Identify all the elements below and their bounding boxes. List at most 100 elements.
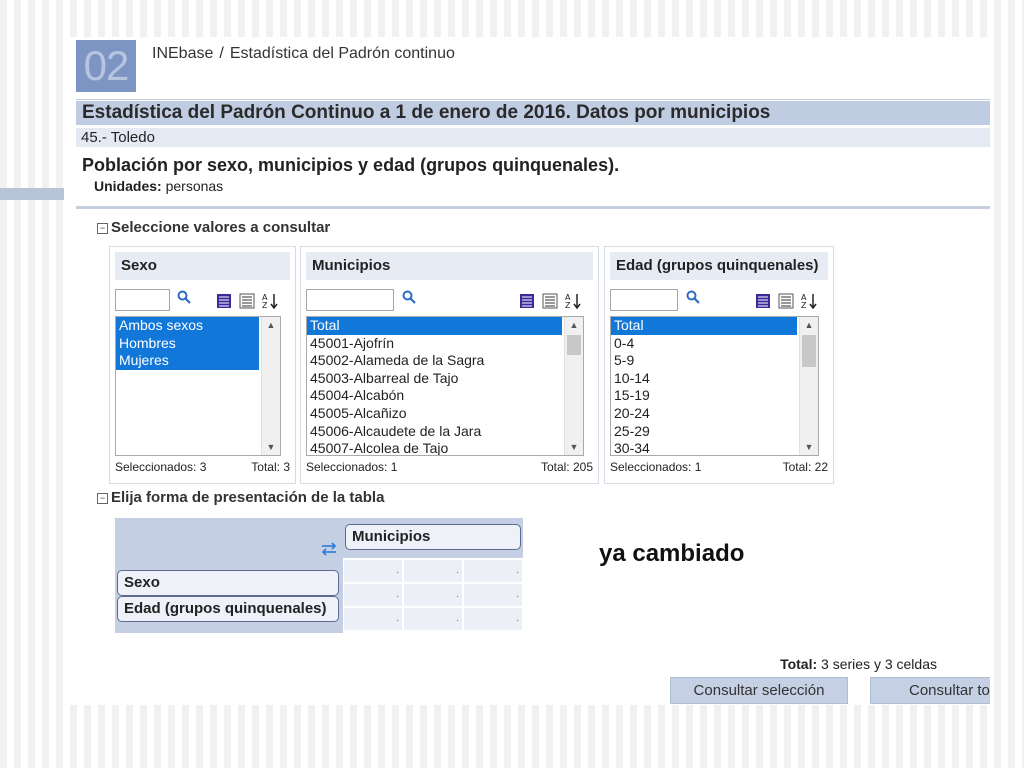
variable-listbox[interactable]: Total 0-4 5-9 10-14 15-19 20-24 25-29 30… <box>610 316 819 456</box>
table-title: Población por sexo, municipios y edad (g… <box>82 155 620 175</box>
list-item[interactable]: 10-14 <box>611 370 818 388</box>
province-subtitle: 45.- Toledo <box>76 128 990 147</box>
layout-corner <box>115 518 343 558</box>
breadcrumb-separator: / <box>219 45 224 62</box>
units-label: Unidades: <box>94 178 162 194</box>
breadcrumb: INEbase / Estadística del Padrón continuo <box>152 45 455 63</box>
breadcrumb-current[interactable]: Estadística del Padrón continuo <box>230 45 455 62</box>
preview-cell: . <box>344 560 402 582</box>
total-summary-value: 3 series y 3 celdas <box>821 656 937 672</box>
sort-az-icon[interactable]: AZ <box>565 293 581 309</box>
variable-title: Municipios <box>306 252 593 280</box>
header-divider <box>76 99 990 100</box>
ine-page: 02 INEbase / Estadística del Padrón contin… <box>64 37 990 705</box>
scroll-down-icon[interactable]: ▼ <box>565 439 583 455</box>
listbox-scrollbar[interactable]: ▲ ▼ <box>564 317 583 455</box>
collapse-icon[interactable]: − <box>97 493 108 504</box>
deselect-all-icon[interactable] <box>542 293 558 309</box>
search-icon[interactable] <box>686 290 700 304</box>
variable-search-input[interactable] <box>306 289 394 311</box>
total-count: Total: 22 <box>782 460 828 474</box>
list-item[interactable]: 15-19 <box>611 387 818 405</box>
list-item[interactable]: 45007-Alcolea de Tajo <box>307 440 583 455</box>
total-count: Total: 3 <box>251 460 290 474</box>
variable-title: Edad (grupos quinquenales) <box>610 252 828 280</box>
svg-text:Z: Z <box>565 301 571 309</box>
svg-text:Z: Z <box>801 301 807 309</box>
total-count: Total: 205 <box>540 460 593 474</box>
consult-all-button[interactable]: Consultar toda la tabla <box>870 677 990 704</box>
list-item[interactable]: 45005-Alcañizo <box>307 405 583 423</box>
list-item[interactable]: 45002-Alameda de la Sagra <box>307 352 583 370</box>
consult-selection-button[interactable]: Consultar selección <box>670 677 848 704</box>
preview-cell: . <box>464 584 522 606</box>
variable-footer: Seleccionados: 1 Total: 205 <box>306 460 593 474</box>
total-summary: Total: 3 series y 3 celdas <box>780 656 937 672</box>
list-item[interactable]: 30-34 <box>611 440 818 455</box>
svg-text:Z: Z <box>262 301 268 309</box>
preview-cell: . <box>404 584 462 606</box>
table-layout-editor: Municipios Sexo Edad (grupos quinquenale… <box>115 518 523 633</box>
list-item[interactable]: Total <box>611 317 797 335</box>
variable-listbox[interactable]: Total 45001-Ajofrín 45002-Alameda de la … <box>306 316 584 456</box>
scroll-up-icon[interactable]: ▲ <box>565 317 583 333</box>
list-item[interactable]: 25-29 <box>611 423 818 441</box>
select-all-icon[interactable] <box>216 293 232 309</box>
variable-listbox[interactable]: Ambos sexos Hombres Mujeres ▲ ▼ <box>115 316 281 456</box>
scroll-thumb[interactable] <box>567 335 581 355</box>
collapse-icon[interactable]: − <box>97 223 108 234</box>
list-item[interactable]: 45006-Alcaudete de la Jara <box>307 423 583 441</box>
preview-cell: . <box>404 560 462 582</box>
variable-panel-edad: Edad (grupos quinquenales) AZ Total 0-4 … <box>604 246 834 484</box>
list-item[interactable]: Hombres <box>116 334 259 353</box>
variable-search-input[interactable] <box>115 289 170 311</box>
variable-search-input[interactable] <box>610 289 678 311</box>
selected-count: Seleccionados: 1 <box>306 460 398 474</box>
list-item[interactable]: 20-24 <box>611 405 818 423</box>
sort-az-icon[interactable]: AZ <box>262 293 278 309</box>
column-var-pill[interactable]: Municipios <box>345 524 521 550</box>
selected-count: Seleccionados: 3 <box>115 460 207 474</box>
list-item[interactable]: Ambos sexos <box>116 317 259 335</box>
scroll-up-icon[interactable]: ▲ <box>800 317 818 333</box>
section-logo: 02 <box>76 40 136 92</box>
list-item[interactable]: 45003-Albarreal de Tajo <box>307 370 583 388</box>
deselect-all-icon[interactable] <box>239 293 255 309</box>
select-all-icon[interactable] <box>755 293 771 309</box>
search-icon[interactable] <box>402 290 416 304</box>
scroll-down-icon[interactable]: ▼ <box>262 439 280 455</box>
preview-cell: . <box>464 560 522 582</box>
select-section-header[interactable]: − Seleccione valores a consultar <box>97 219 330 236</box>
preview-cell: . <box>344 584 402 606</box>
row-var-pill[interactable]: Sexo <box>117 570 339 596</box>
variable-footer: Seleccionados: 1 Total: 22 <box>610 460 828 474</box>
page-title: Estadística del Padrón Continuo a 1 de e… <box>76 101 990 125</box>
variable-title: Sexo <box>115 252 290 280</box>
list-item[interactable]: 0-4 <box>611 335 818 353</box>
deselect-all-icon[interactable] <box>778 293 794 309</box>
list-item[interactable]: 45001-Ajofrín <box>307 335 583 353</box>
scroll-up-icon[interactable]: ▲ <box>262 317 280 333</box>
variable-panel-sexo: Sexo AZ Ambos sexos Hombres Mujeres ▲ ▼ … <box>109 246 296 484</box>
section-divider <box>76 206 990 209</box>
select-all-icon[interactable] <box>519 293 535 309</box>
select-section-label: Seleccione valores a consultar <box>111 219 331 236</box>
layout-section-header[interactable]: − Elija forma de presentación de la tabla <box>97 489 384 506</box>
preview-cell: . <box>344 608 402 630</box>
list-item[interactable]: 5-9 <box>611 352 818 370</box>
search-icon[interactable] <box>177 290 191 304</box>
list-item[interactable]: 45004-Alcabón <box>307 387 583 405</box>
breadcrumb-root-link[interactable]: INEbase <box>152 45 213 62</box>
annotation-text: ya cambiado <box>599 540 745 567</box>
list-item[interactable]: Mujeres <box>116 352 259 370</box>
swap-axes-icon[interactable] <box>320 540 338 558</box>
preview-cell: . <box>464 608 522 630</box>
list-item[interactable]: Total <box>307 317 562 335</box>
selected-count: Seleccionados: 1 <box>610 460 702 474</box>
sort-az-icon[interactable]: AZ <box>801 293 817 309</box>
scroll-thumb[interactable] <box>802 335 816 367</box>
listbox-scrollbar[interactable]: ▲ ▼ <box>799 317 818 455</box>
listbox-scrollbar[interactable]: ▲ ▼ <box>261 317 280 455</box>
row-var-pill[interactable]: Edad (grupos quinquenales) <box>117 596 339 622</box>
scroll-down-icon[interactable]: ▼ <box>800 439 818 455</box>
